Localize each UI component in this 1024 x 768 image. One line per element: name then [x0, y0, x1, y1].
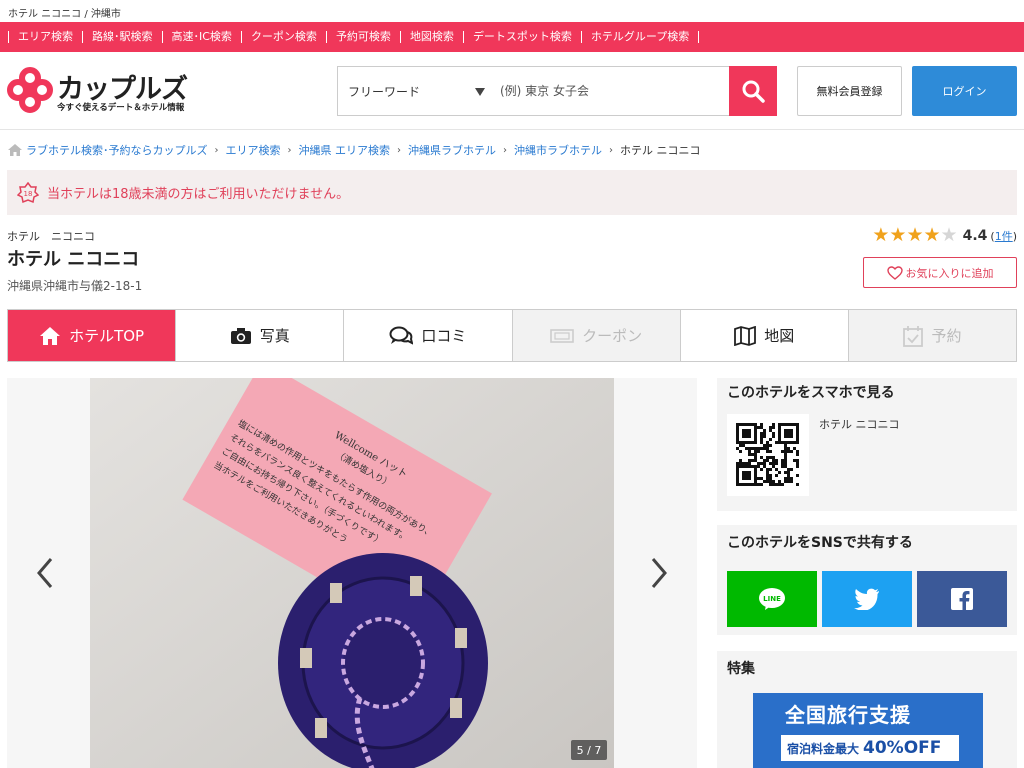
favorite-label: お気に入りに追加: [905, 266, 994, 280]
site-logo[interactable]: カップルズ 今すぐ使えるデート＆ホテル情報: [7, 67, 197, 115]
heart-icon: [886, 265, 903, 280]
speech-bubbles-icon: [389, 326, 414, 345]
line-icon: LINE: [759, 588, 785, 610]
feature-section: 特集 全国旅行支援 宿泊料金最大 40%OFF: [717, 651, 1017, 768]
hotel-kana: ホテル ニコニコ: [7, 230, 95, 243]
tab-reserve: 予約: [848, 310, 1017, 361]
camera-icon: [230, 327, 251, 344]
next-photo-button[interactable]: [647, 556, 671, 590]
hotel-address: 沖縄県沖縄市与儀2-18-1: [7, 279, 143, 293]
login-button[interactable]: ログイン: [912, 66, 1017, 116]
photo-illustration: Wellcome ハット （清め塩入り） 塩には清めの作用とツキをもたらす作用の…: [90, 378, 614, 768]
feature-section-title: 特集: [727, 661, 755, 677]
photo-counter: 5 / 7: [571, 740, 607, 760]
review-count-link[interactable]: 1件: [995, 230, 1013, 243]
main-content: Wellcome ハット （清め塩入り） 塩には清めの作用とツキをもたらす作用の…: [0, 362, 1024, 768]
breadcrumb-chevron-icon: ›: [503, 144, 507, 156]
qr-hotel-name: ホテル ニコニコ: [819, 418, 900, 431]
tab-coupon: クーポン: [512, 310, 681, 361]
search-icon: [742, 80, 765, 103]
breadcrumb-current: ホテル ニコニコ: [620, 144, 701, 157]
dropdown-arrow-icon: [475, 88, 485, 96]
nav-highway-search[interactable]: 高速･IC検索: [161, 31, 241, 43]
breadcrumb-link[interactable]: エリア検索: [226, 142, 281, 158]
ticket-icon: [550, 328, 574, 343]
hotel-tabs: ホテルTOP 写真 口コミ クーポン 地図 予約: [7, 309, 1017, 362]
tab-reviews[interactable]: 口コミ: [344, 310, 513, 361]
calendar-check-icon: [903, 325, 924, 347]
tab-photos[interactable]: 写真: [176, 310, 345, 361]
hotel-rating: ★ ★ ★ ★ ★ 4.4 (1件): [872, 226, 1017, 245]
age-notice-text: 当ホテルは18歳未満の方はご利用いただけません。: [47, 187, 350, 202]
nav-datespot-search[interactable]: デートスポット検索: [462, 31, 581, 43]
nav-route-search[interactable]: 路線･駅検索: [82, 31, 162, 43]
hotel-header: ホテル ニコニコ ホテル ニコニコ 沖縄県沖縄市与儀2-18-1 ★ ★ ★ ★ ★ 4…: [0, 215, 1024, 309]
tab-map[interactable]: 地図: [681, 310, 849, 361]
nav-coupon-search[interactable]: クーポン検索: [240, 31, 326, 43]
rating-star-icon: ★: [940, 224, 958, 246]
nav-area-search[interactable]: エリア検索: [8, 31, 82, 43]
search-input[interactable]: [494, 66, 730, 116]
line-share-button[interactable]: LINE: [727, 571, 817, 627]
breadcrumb-link[interactable]: 沖縄県ラブホテル: [408, 142, 496, 158]
rating-star-icon: ★: [889, 224, 907, 246]
clover-logo-icon: [7, 67, 53, 113]
rating-star-icon: ★: [872, 224, 890, 246]
home-icon: [40, 326, 61, 345]
rating-star-icon: ★: [906, 224, 924, 246]
add-favorite-button[interactable]: お気に入りに追加: [863, 257, 1017, 288]
search-type-value: フリーワード: [348, 84, 421, 99]
home-icon: [8, 144, 22, 156]
sns-section: このホテルをSNSで共有する LINE: [717, 525, 1017, 635]
breadcrumb-chevron-icon: ›: [287, 144, 292, 156]
hotel-name: ホテル ニコニコ: [7, 249, 140, 270]
breadcrumb-chevron-icon: ›: [397, 144, 401, 156]
rating-value: 4.4: [962, 227, 988, 244]
previous-photo-button[interactable]: [33, 556, 57, 590]
nav-hotelgroup-search[interactable]: ホテルグループ検索: [580, 31, 700, 43]
tab-hotel-top[interactable]: ホテルTOP: [8, 310, 177, 361]
facebook-share-button[interactable]: [917, 571, 1007, 627]
rating-stars: ★ ★ ★ ★ ★: [872, 226, 957, 245]
breadcrumb-link[interactable]: 沖縄市ラブホテル: [514, 142, 602, 158]
nav-map-search[interactable]: 地図検索: [399, 31, 463, 43]
breadcrumb-link[interactable]: 沖縄県 エリア検索: [299, 142, 391, 158]
breadcrumb-chevron-icon: ›: [609, 144, 613, 156]
breadcrumb: ラブホテル検索･予約ならカップルズ › エリア検索 › 沖縄県 エリア検索 › …: [0, 130, 1024, 170]
page-top-title: ホテル ニコニコ / 沖縄市: [8, 9, 121, 20]
banner-headline: 全国旅行支援: [785, 703, 911, 727]
warning-badge-icon: 18: [17, 181, 39, 203]
breadcrumb-chevron-icon: ›: [214, 144, 219, 156]
nav-reservable-search[interactable]: 予約可検索: [325, 31, 400, 43]
breadcrumb-link[interactable]: ラブホテル検索･予約ならカップルズ: [26, 142, 208, 158]
twitter-share-button[interactable]: [822, 571, 912, 627]
age-restriction-notice: 18 当ホテルは18歳未満の方はご利用いただけません。: [7, 170, 1017, 215]
banner-discount: 宿泊料金最大 40%OFF: [781, 735, 959, 761]
rating-star-icon: ★: [923, 224, 941, 246]
twitter-bird-icon: [854, 588, 879, 610]
photo-gallery: Wellcome ハット （清め塩入り） 塩には清めの作用とツキをもたらす作用の…: [7, 378, 697, 768]
qr-section: このホテルをスマホで見る ホテル ニコニコ: [717, 378, 1017, 511]
logo-tagline: 今すぐ使えるデート＆ホテル情報: [57, 103, 185, 113]
site-header: カップルズ 今すぐ使えるデート＆ホテル情報 フリーワード 無料会員登録 ログイン: [0, 52, 1024, 130]
register-button[interactable]: 無料会員登録: [797, 66, 902, 116]
qr-section-title: このホテルをスマホで見る: [727, 385, 895, 401]
svg-text:LINE: LINE: [763, 595, 781, 603]
search-button[interactable]: [729, 66, 777, 116]
review-count: (1件): [990, 229, 1017, 243]
hotel-photo: Wellcome ハット （清め塩入り） 塩には清めの作用とツキをもたらす作用の…: [90, 378, 614, 768]
svg-text:18: 18: [24, 190, 33, 198]
global-nav: エリア検索 路線･駅検索 高速･IC検索 クーポン検索 予約可検索 地図検索 デ…: [0, 22, 1024, 52]
travel-support-banner[interactable]: 全国旅行支援 宿泊料金最大 40%OFF: [753, 693, 983, 768]
facebook-icon: [951, 588, 973, 610]
map-icon: [734, 325, 757, 346]
sns-section-title: このホテルをSNSで共有する: [727, 535, 913, 551]
qr-code: [727, 414, 809, 496]
sidebar: このホテルをスマホで見る ホテル ニコニコ このホテルをSNSで共有する LIN…: [717, 378, 1017, 768]
search-type-select[interactable]: フリーワード: [337, 66, 495, 116]
